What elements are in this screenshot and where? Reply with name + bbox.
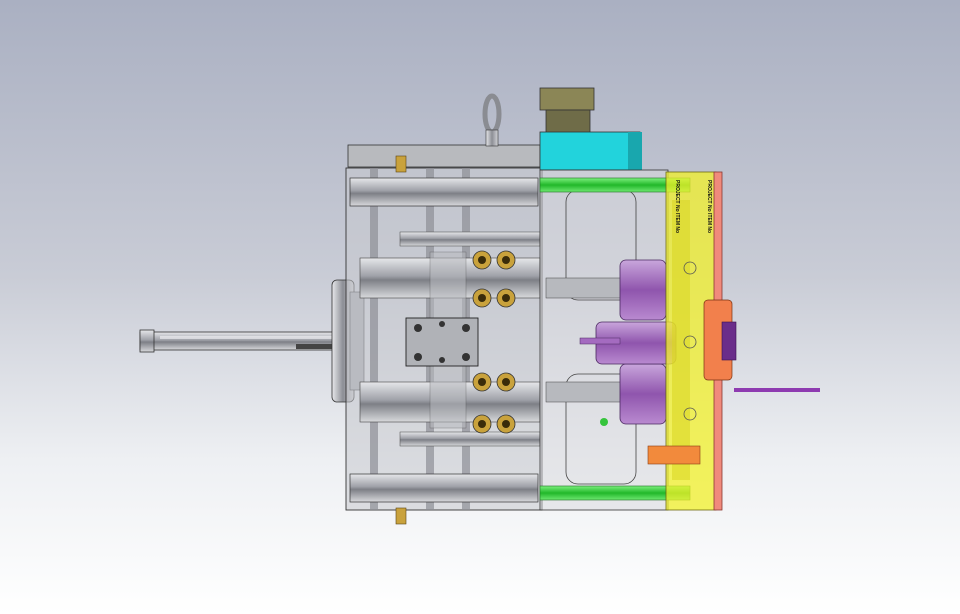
ejector-rod (139, 329, 341, 353)
plate-engraving-a: PROJECT No ITEM No (674, 180, 680, 234)
center-clamp-block (405, 317, 479, 367)
electrical-connector (539, 87, 642, 171)
plate-engraving-b: PROJECT No ITEM No (706, 180, 712, 234)
lifting-eye-bolt (482, 93, 502, 147)
sprue-bushing (703, 299, 820, 392)
cyan-block (539, 131, 641, 171)
top-clamp-plate (347, 144, 541, 168)
cad-viewport[interactable]: PROJECT No ITEM No PROJECT No ITEM No (0, 0, 960, 614)
mold-assembly-drawing (139, 87, 820, 525)
